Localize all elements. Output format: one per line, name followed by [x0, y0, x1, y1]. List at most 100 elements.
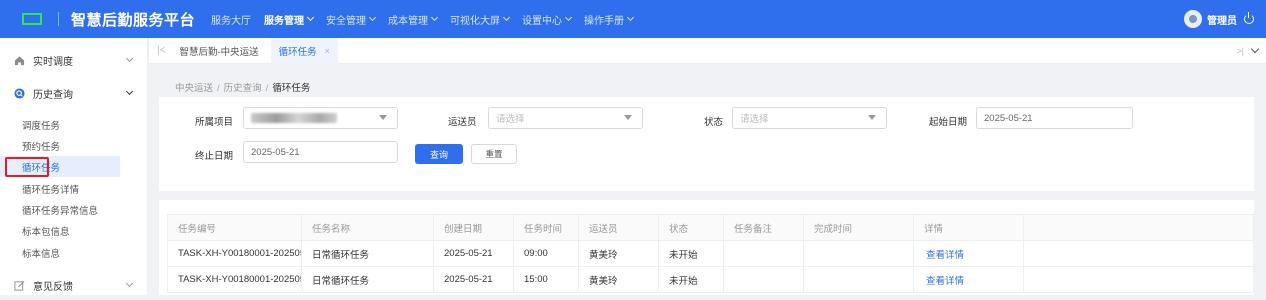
project-label: 所属项目 [195, 117, 234, 128]
tab-cycle-tasks[interactable]: 循环任务 × [270, 37, 338, 64]
app-title: 智慧后勤服务平台 [71, 11, 196, 29]
status-select[interactable]: 请选择 [732, 107, 887, 129]
query-button[interactable]: 查询 [415, 144, 463, 164]
sidebar-item-reservation-tasks[interactable]: 预约任务 [0, 135, 120, 156]
column-header: 运送员 [578, 214, 659, 241]
cell-task-name: 日常循环任务 [301, 266, 434, 293]
nav-item-cost-management[interactable]: 成本管理 [388, 12, 439, 27]
project-select[interactable] [243, 107, 398, 129]
tab-bar: |< 智慧后勤-中央运送 循环任务 × >| [149, 37, 1266, 64]
nav-item-label: 服务管理 [264, 15, 305, 27]
cell-courier: 黄美玲 [578, 266, 659, 293]
end-date-input[interactable]: 2025-05-21 [243, 141, 398, 163]
tab-label: 循环任务 [278, 46, 317, 58]
cell-task-name: 日常循环任务 [301, 240, 434, 267]
cell-finish-time [803, 266, 914, 293]
sidebar-item-cycle-tasks[interactable]: 循环任务 [0, 156, 120, 177]
courier-select[interactable]: 请选择 [488, 107, 643, 129]
cell-created-date: 2025-05-21 [433, 240, 514, 267]
filter-panel: 所属项目 运送员 请选择 状态 请选择 起始日期 2025-05-21 终止日期… [159, 97, 1254, 191]
sidebar-item-cycle-task-details[interactable]: 循环任务详情 [0, 178, 120, 199]
column-header: 创建日期 [433, 214, 514, 241]
chevron-down-icon [306, 13, 315, 22]
tab-label: 智慧后勤-中央运送 [179, 46, 259, 58]
start-date-label: 起始日期 [929, 117, 968, 128]
breadcrumb-item[interactable]: 中央运送 [175, 83, 213, 94]
chevron-down-icon [626, 13, 635, 22]
logout-icon[interactable] [1244, 12, 1254, 24]
breadcrumb-current: 循环任务 [272, 83, 311, 94]
chevron-down-icon[interactable] [1250, 44, 1260, 54]
sidebar-group-label: 意见反馈 [33, 281, 73, 293]
cell-task-id: TASK-XH-Y00180001-202505 [167, 240, 302, 267]
tab-central-transport[interactable]: 智慧后勤-中央运送 [179, 38, 258, 64]
sidebar-group-realtime-dispatch[interactable]: 实时调度 [0, 45, 148, 75]
start-date-input[interactable]: 2025-05-21 [976, 107, 1133, 129]
breadcrumb-item[interactable]: 历史查询 [224, 83, 262, 94]
cell-created-date: 2025-05-21 [433, 266, 514, 293]
caret-down-icon [379, 115, 387, 120]
nav-item-safety-management[interactable]: 安全管理 [326, 12, 377, 27]
column-header: 详情 [913, 214, 1024, 241]
tab-controls: >| [1236, 38, 1260, 64]
home-icon [14, 55, 25, 65]
view-details-link[interactable]: 查看详情 [913, 266, 1024, 293]
cell-courier: 黄美玲 [578, 240, 659, 267]
column-header-empty [1023, 214, 1254, 241]
nav-item-label: 设置中心 [522, 15, 563, 27]
status-label: 状态 [704, 117, 724, 128]
user-name: 管理员 [1207, 15, 1237, 27]
close-icon[interactable]: × [325, 46, 330, 56]
chevron-down-icon [125, 87, 134, 96]
end-date-value: 2025-05-21 [251, 146, 300, 158]
table-header-row: 任务编号 任务名称 创建日期 任务时间 运送员 状态 任务备注 完成时间 详情 [167, 214, 1254, 241]
chevron-down-icon [564, 13, 573, 22]
chevron-down-icon [368, 13, 377, 22]
cell-status: 未开始 [658, 266, 724, 293]
status-placeholder: 请选择 [740, 114, 769, 125]
nav-item-service-management[interactable]: 服务管理 [264, 12, 315, 27]
user-icon [1189, 15, 1197, 23]
history-icon [14, 87, 25, 99]
courier-label: 运送员 [448, 117, 477, 128]
breadcrumb: 中央运送 / 历史查询 / 循环任务 [175, 80, 310, 94]
tab-scroll-left-icon[interactable]: |< [157, 45, 165, 56]
column-header: 任务名称 [301, 214, 434, 241]
caret-down-icon [624, 115, 632, 120]
sidebar-group-label: 实时调度 [33, 56, 73, 68]
nav-item-settings-center[interactable]: 设置中心 [522, 12, 573, 27]
nav-item-service-hall[interactable]: 服务大厅 [211, 12, 251, 27]
top-nav-menu: 服务大厅 服务管理 安全管理 成本管理 可视化大屏 设置中心 操作手册 [211, 0, 646, 38]
sidebar-group-history-query[interactable]: 历史查询 [0, 78, 148, 108]
sidebar-item-dispatch-tasks[interactable]: 调度任务 [0, 114, 120, 135]
sidebar-item-specimen-package-info[interactable]: 标本包信息 [0, 220, 120, 241]
nav-item-user-manual[interactable]: 操作手册 [584, 12, 635, 27]
column-header: 任务时间 [513, 214, 579, 241]
logo-icon [22, 13, 42, 25]
nav-item-label: 成本管理 [388, 15, 429, 27]
cell-remark [723, 240, 804, 267]
user-menu[interactable]: 管理员 [1184, 0, 1254, 38]
sidebar-group-feedback[interactable]: 意见反馈 [0, 270, 148, 300]
cell-finish-time [803, 240, 914, 267]
chevron-down-icon [125, 279, 134, 288]
sidebar-group-label: 历史查询 [33, 89, 73, 101]
sidebar-item-cycle-task-exceptions[interactable]: 循环任务异常信息 [0, 199, 120, 220]
avatar [1184, 10, 1202, 28]
reset-button[interactable]: 重置 [471, 144, 517, 164]
tab-scroll-right-icon[interactable]: >| [1236, 46, 1244, 56]
cell-remark [723, 266, 804, 293]
redacted-value [251, 113, 337, 123]
courier-placeholder: 请选择 [496, 114, 525, 125]
view-details-link[interactable]: 查看详情 [913, 240, 1024, 267]
nav-item-label: 操作手册 [584, 15, 625, 27]
table-panel: 任务编号 任务名称 创建日期 任务时间 运送员 状态 任务备注 完成时间 详情 … [159, 200, 1254, 295]
nav-item-visual-dashboard[interactable]: 可视化大屏 [450, 12, 511, 27]
end-date-label: 终止日期 [195, 151, 234, 162]
cell-empty [1023, 266, 1254, 293]
sidebar: 实时调度 历史查询 调度任务 预约任务 循环任务 循环任务详情 循环任务异常信息… [0, 38, 148, 295]
cell-status: 未开始 [658, 240, 724, 267]
chevron-down-icon [430, 13, 439, 22]
caret-down-icon [868, 115, 876, 120]
sidebar-item-specimen-info[interactable]: 标本信息 [0, 242, 120, 263]
